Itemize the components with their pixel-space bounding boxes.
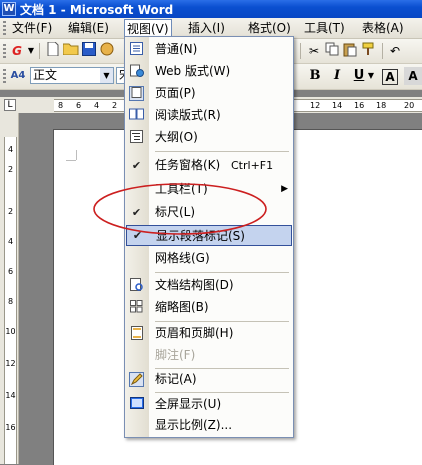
format-painter-icon[interactable] [359,42,377,60]
ruler-mark: 4 [7,145,14,154]
menu-separator [155,272,289,273]
crop-mark [76,150,77,160]
menu-format[interactable]: 格式(O) [246,20,293,36]
outline-view-icon [129,130,144,145]
menu-edit[interactable]: 编辑(E) [66,20,111,36]
save-icon[interactable] [80,42,98,60]
view-fullscreen[interactable]: 全屏显示(U) [125,394,293,415]
ruler-mark: 2 [7,207,14,216]
style-select-value: 正文 [33,68,58,82]
checkmark-icon: ✔ [131,159,142,172]
tab-selector-icon[interactable]: L [4,99,16,111]
ruler-mark: 8 [58,101,64,110]
google-g-icon[interactable]: G [8,42,26,60]
character-border-button[interactable]: A [382,69,398,85]
ruler-mark: 16 [5,423,16,432]
italic-button[interactable]: I [328,67,346,85]
submenu-arrow-icon: ▶ [281,184,288,194]
view-header-footer[interactable]: 页眉和页脚(H) [125,323,293,344]
menu-insert[interactable]: 插入(I) [186,20,227,36]
new-document-icon[interactable] [44,41,62,60]
view-taskpane[interactable]: ✔ 任务窗格(K) Ctrl+F1 [125,155,293,176]
ruler-mark: 2 [112,101,118,110]
styles-pane-icon[interactable]: A4 [9,67,27,85]
toolbar-grip-handle[interactable] [3,69,6,83]
annotation-ellipse [93,183,267,235]
character-shading-button[interactable]: A [404,67,422,85]
toolbar-separator [382,43,383,59]
paste-icon[interactable] [341,42,359,60]
title-bar: W 文档 1 - Microsoft Word [0,0,422,18]
view-thumbnails[interactable]: 缩略图(B) [125,297,293,318]
ruler-mark: 4 [94,101,100,110]
fullscreen-icon [129,397,144,412]
ruler-mark: 2 [7,165,14,174]
ruler-mark: 14 [332,101,343,110]
reading-layout-icon [129,108,144,123]
ruler-mark: 4 [7,237,14,246]
view-zoom[interactable]: 显示比例(Z)... [125,415,293,436]
crop-mark [66,160,76,161]
copy-icon[interactable] [323,42,341,60]
ruler-mark: 6 [76,101,82,110]
ruler-mark: 12 [310,101,321,110]
view-docmap[interactable]: 文档结构图(D) [125,275,293,296]
ruler-mark: 8 [7,297,14,306]
word-app-icon[interactable]: W [2,2,16,16]
ruler-mark: 10 [5,327,16,336]
view-outline[interactable]: 大纲(O) [125,127,293,148]
menu-file[interactable]: 文件(F) [10,20,54,36]
view-web[interactable]: Web 版式(W) [125,61,293,82]
ruler-mark: 18 [376,101,387,110]
web-layout-icon [129,64,144,79]
menu-tools[interactable]: 工具(T) [302,20,347,36]
ruler-mark: 6 [7,267,14,276]
shortcut-label: Ctrl+F1 [231,159,274,172]
open-folder-icon[interactable] [62,42,80,60]
markup-icon [129,372,144,387]
header-footer-icon [129,326,144,341]
vertical-ruler: 4 2 2 4 6 8 10 12 14 16 [0,113,19,464]
menu-separator [155,321,289,322]
chevron-down-icon[interactable]: ▼ [100,68,113,83]
thumbnails-icon [129,300,144,315]
chevron-down-icon[interactable]: ▼ [366,67,376,85]
toolbar-separator [39,43,40,59]
view-print[interactable]: 页面(P) [125,83,293,104]
dropdown-arrow-icon[interactable]: ▼ [26,42,36,60]
ruler-mark: 12 [5,359,16,368]
cut-icon[interactable]: ✂ [305,42,323,60]
permission-icon[interactable] [98,42,116,60]
bold-button[interactable]: B [306,67,324,85]
normal-view-icon [129,42,144,57]
vertical-ruler-scale[interactable]: 4 2 2 4 6 8 10 12 14 16 [4,137,17,464]
menu-separator [155,151,289,152]
print-layout-icon [129,86,144,101]
ruler-mark: 14 [5,391,16,400]
view-reading[interactable]: 阅读版式(R) [125,105,293,126]
menu-table[interactable]: 表格(A) [360,20,406,36]
window-title: 文档 1 - Microsoft Word [20,3,174,17]
menu-separator [155,392,289,393]
ruler-mark: 16 [354,101,365,110]
toolbar-separator [300,43,301,59]
undo-icon[interactable]: ↶ [386,42,404,60]
view-gridlines[interactable]: 网格线(G) [125,248,293,269]
menubar-grip-handle[interactable] [3,21,6,35]
view-normal[interactable]: 普通(N) [125,39,293,60]
document-map-icon [129,278,144,293]
view-markup[interactable]: 标记(A) [125,369,293,390]
ruler-mark: 20 [404,101,415,110]
view-footnotes[interactable]: 脚注(F) [125,345,293,366]
toolbar-grip-handle[interactable] [3,44,6,58]
style-select[interactable]: 正文 ▼ [30,67,114,84]
